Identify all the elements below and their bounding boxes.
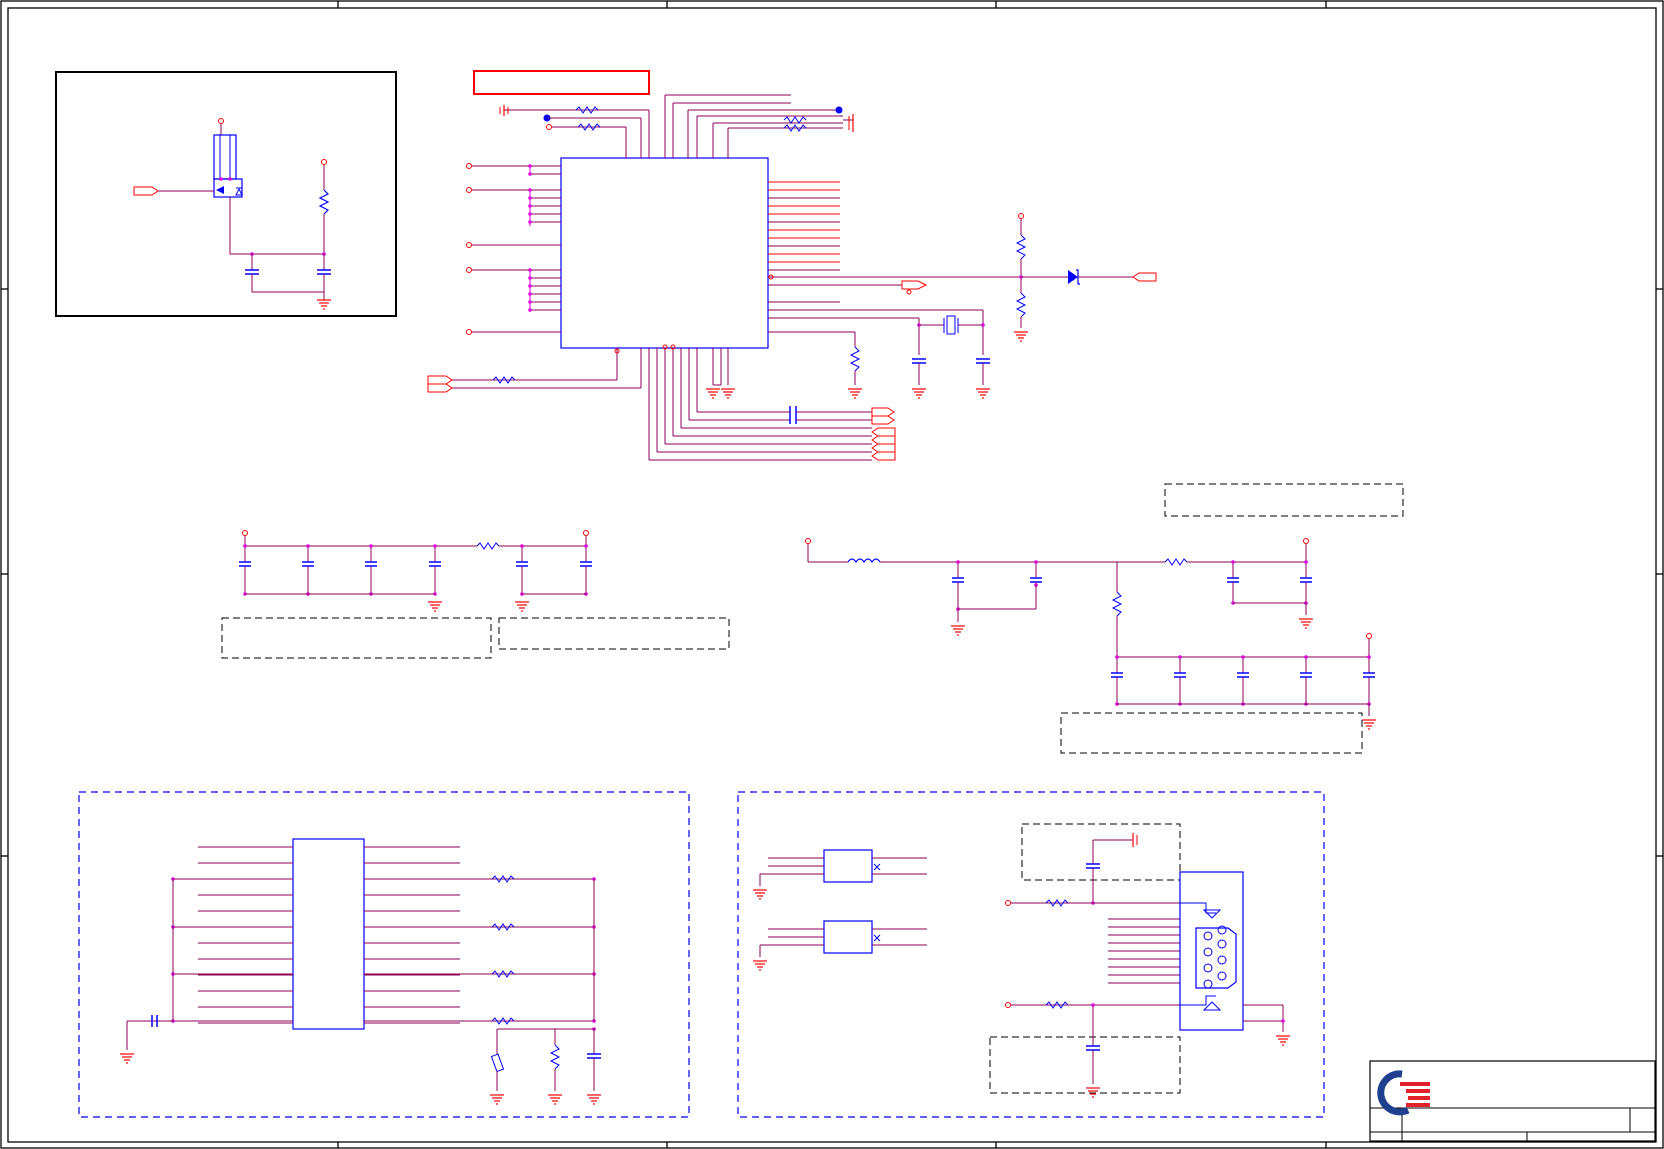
main-ic-block <box>427 70 1157 461</box>
main-ic <box>560 157 769 349</box>
sheet-frame <box>0 0 1664 1149</box>
schematic-canvas <box>0 0 1664 1149</box>
buffer-block <box>78 791 690 1118</box>
power-switch-block <box>55 71 397 317</box>
decoupling-right <box>805 483 1404 754</box>
connector-block <box>737 791 1325 1118</box>
highlight-box <box>473 70 650 95</box>
title-block <box>1369 1060 1656 1142</box>
decoupling-left <box>221 530 730 659</box>
company-logo-icon <box>1377 1070 1430 1116</box>
schematic-sheet <box>0 0 1664 1149</box>
